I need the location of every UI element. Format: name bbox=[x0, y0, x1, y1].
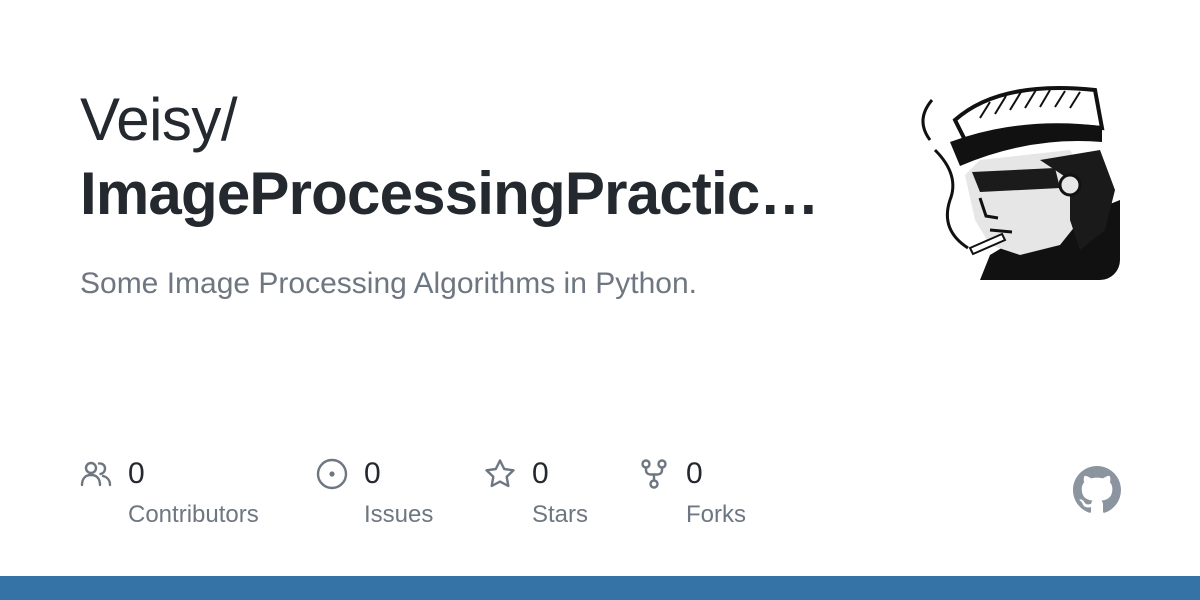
contributors-count: 0 bbox=[128, 457, 145, 490]
repo-social-card: Veisy/ ImageProcessingPractic… Some Imag… bbox=[0, 0, 1200, 600]
stat-issues[interactable]: 0 Issues bbox=[316, 456, 466, 536]
repo-owner[interactable]: Veisy/ bbox=[80, 84, 238, 156]
issues-label: Issues bbox=[364, 501, 434, 528]
stat-contributors[interactable]: 0 Contributors bbox=[80, 456, 290, 536]
language-color-bar bbox=[0, 576, 1200, 600]
issue-opened-icon bbox=[316, 458, 348, 490]
star-icon bbox=[484, 458, 516, 490]
stat-stars[interactable]: 0 Stars bbox=[484, 456, 614, 536]
forks-count: 0 bbox=[686, 457, 703, 490]
stars-count: 0 bbox=[532, 457, 549, 490]
github-logo-icon bbox=[1073, 466, 1121, 513]
contributors-label: Contributors bbox=[128, 501, 259, 528]
stat-forks[interactable]: 0 Forks bbox=[638, 456, 768, 536]
issues-count: 0 bbox=[364, 457, 381, 490]
stars-label: Stars bbox=[532, 501, 589, 528]
github-logo[interactable] bbox=[1073, 466, 1121, 514]
repo-forked-icon bbox=[638, 458, 670, 490]
repo-description: Some Image Processing Algorithms in Pyth… bbox=[80, 267, 697, 300]
forks-label: Forks bbox=[686, 501, 746, 528]
owner-avatar bbox=[920, 80, 1120, 280]
repo-name[interactable]: ImageProcessingPractic… bbox=[80, 158, 840, 230]
people-icon bbox=[80, 458, 112, 490]
user-avatar-icon bbox=[920, 80, 1120, 280]
